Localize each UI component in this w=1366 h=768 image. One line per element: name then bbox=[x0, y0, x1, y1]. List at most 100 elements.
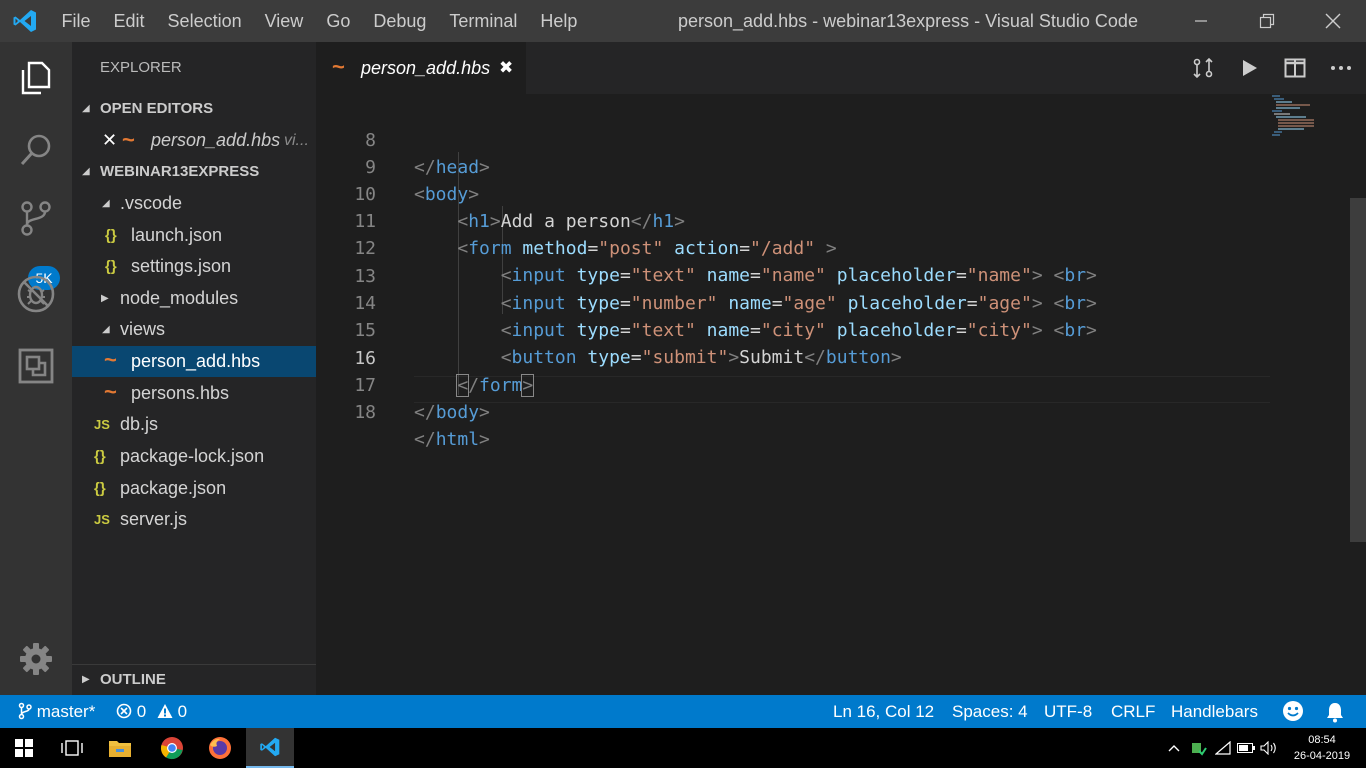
tree-item-person-add-hbs[interactable]: ~ person_add.hbs bbox=[72, 346, 316, 377]
code-line: 9 <body> bbox=[316, 127, 1276, 205]
tree-item-node-modules[interactable]: ▶ node_modules bbox=[72, 283, 316, 314]
tree-item-vscode-folder[interactable]: ◢ .vscode bbox=[72, 188, 316, 219]
more-actions-button[interactable] bbox=[1326, 54, 1356, 82]
tree-item-server-js[interactable]: JS server.js bbox=[72, 504, 316, 535]
open-editor-item[interactable]: ✕ ~ person_add.hbs vi... bbox=[72, 125, 316, 156]
tray-app-button[interactable] bbox=[1187, 728, 1211, 768]
problems-indicator[interactable]: 0 0 bbox=[116, 695, 187, 728]
search-icon bbox=[20, 134, 51, 166]
task-view-icon bbox=[61, 740, 83, 756]
line-content: </body> bbox=[414, 402, 490, 423]
tree-item-label: package-lock.json bbox=[120, 446, 265, 466]
feedback-button[interactable] bbox=[1282, 700, 1304, 722]
extensions-button[interactable] bbox=[0, 330, 72, 402]
wifi-icon bbox=[1215, 741, 1231, 755]
indentation-setting[interactable]: Spaces: 4 bbox=[952, 695, 1028, 728]
outline-label: OUTLINE bbox=[100, 671, 166, 688]
activity-bar: 5K bbox=[0, 42, 72, 695]
outline-header[interactable]: ▶ OUTLINE bbox=[72, 664, 316, 694]
task-view-button[interactable] bbox=[48, 728, 96, 768]
windows-start-icon bbox=[15, 739, 33, 757]
play-icon bbox=[1243, 60, 1257, 76]
tree-item-settings-json[interactable]: {} settings.json bbox=[72, 251, 316, 282]
minimap[interactable] bbox=[1270, 94, 1350, 154]
language-mode[interactable]: Handlebars bbox=[1171, 695, 1258, 728]
minimize-button[interactable] bbox=[1168, 0, 1234, 42]
close-window-button[interactable] bbox=[1300, 0, 1366, 42]
close-editor-icon[interactable]: ✕ bbox=[102, 125, 117, 156]
code-line: 10 <h1>Add a person</h1> bbox=[316, 154, 1276, 232]
more-icon bbox=[1331, 66, 1351, 70]
code-line-current: 16 </form> bbox=[316, 318, 1276, 397]
tree-item-launch-json[interactable]: {} launch.json bbox=[72, 220, 316, 251]
battery-button[interactable] bbox=[1235, 728, 1257, 768]
menu-debug[interactable]: Debug bbox=[362, 0, 438, 42]
restore-button[interactable] bbox=[1234, 0, 1300, 42]
vscode-taskbar-button[interactable] bbox=[246, 728, 294, 768]
split-editor-button[interactable] bbox=[1280, 54, 1310, 82]
split-editor-icon bbox=[1284, 58, 1306, 78]
search-button[interactable] bbox=[0, 114, 72, 186]
menu-bar: File Edit Selection View Go Debug Termin… bbox=[50, 0, 589, 42]
chevron-down-icon: ◢ bbox=[82, 166, 90, 177]
volume-button[interactable] bbox=[1258, 728, 1280, 768]
debug-button[interactable] bbox=[0, 258, 72, 330]
close-tab-icon[interactable]: ✖ bbox=[499, 42, 513, 94]
close-icon bbox=[1325, 13, 1341, 29]
firefox-taskbar-button[interactable] bbox=[196, 728, 244, 768]
javascript-file-icon: JS bbox=[94, 512, 110, 527]
tree-item-package-lock-json[interactable]: {} package-lock.json bbox=[72, 441, 316, 472]
vertical-scrollbar[interactable] bbox=[1350, 198, 1366, 542]
bell-icon bbox=[1327, 703, 1343, 723]
open-editors-header[interactable]: ◢ OPEN EDITORS bbox=[72, 94, 316, 124]
line-content: </html> bbox=[414, 429, 490, 450]
network-button[interactable] bbox=[1212, 728, 1234, 768]
cursor-position[interactable]: Ln 16, Col 12 bbox=[833, 695, 934, 728]
tree-item-label: launch.json bbox=[131, 225, 223, 245]
tab-label: person_add.hbs bbox=[361, 58, 491, 78]
show-hidden-icons-button[interactable] bbox=[1163, 728, 1185, 768]
speaker-icon bbox=[1260, 741, 1276, 755]
source-control-button[interactable] bbox=[0, 182, 72, 254]
notifications-button[interactable] bbox=[1325, 701, 1345, 723]
restore-icon bbox=[1259, 13, 1275, 29]
tab-person-add-hbs[interactable]: ~ person_add.hbs ✖ bbox=[316, 42, 526, 94]
debug-icon bbox=[17, 275, 55, 313]
tree-item-package-json[interactable]: {} package.json bbox=[72, 473, 316, 504]
chevron-right-icon: ▶ bbox=[101, 293, 109, 304]
menu-file[interactable]: File bbox=[50, 0, 102, 42]
git-branch-icon bbox=[18, 702, 32, 720]
menu-help[interactable]: Help bbox=[529, 0, 589, 42]
tree-item-db-js[interactable]: JS db.js bbox=[72, 409, 316, 440]
security-tray-icon bbox=[1192, 743, 1207, 756]
manage-settings-button[interactable] bbox=[0, 623, 72, 695]
window-title: person_add.hbs - webinar13express - Visu… bbox=[678, 11, 1138, 31]
handlebars-file-icon: ~ bbox=[122, 127, 135, 152]
explorer-button[interactable] bbox=[0, 42, 72, 114]
menu-view[interactable]: View bbox=[253, 0, 315, 42]
chevron-up-icon bbox=[1168, 745, 1180, 752]
menu-terminal[interactable]: Terminal bbox=[438, 0, 529, 42]
encoding-setting[interactable]: UTF-8 bbox=[1044, 695, 1092, 728]
line-ending-setting[interactable]: CRLF bbox=[1111, 695, 1155, 728]
menu-selection[interactable]: Selection bbox=[156, 0, 253, 42]
error-icon bbox=[116, 703, 132, 719]
branch-indicator[interactable]: master* bbox=[18, 695, 95, 728]
menu-edit[interactable]: Edit bbox=[102, 0, 156, 42]
open-changes-button[interactable] bbox=[1188, 54, 1218, 82]
open-editor-folder: vi... bbox=[284, 132, 309, 149]
tree-item-persons-hbs[interactable]: ~ persons.hbs bbox=[72, 378, 316, 409]
firefox-icon bbox=[209, 737, 231, 759]
code-line: 12 <input type="text" name="name" placeh… bbox=[316, 208, 1276, 286]
menu-go[interactable]: Go bbox=[315, 0, 362, 42]
tree-item-views-folder[interactable]: ◢ views bbox=[72, 314, 316, 345]
project-header[interactable]: ◢ WEBINAR13EXPRESS bbox=[72, 157, 316, 187]
json-file-icon: {} bbox=[94, 448, 106, 465]
start-button[interactable] bbox=[0, 728, 48, 768]
chrome-taskbar-button[interactable] bbox=[148, 728, 196, 768]
json-file-icon: {} bbox=[94, 480, 106, 497]
file-explorer-taskbar-button[interactable] bbox=[96, 728, 144, 768]
run-button[interactable] bbox=[1234, 54, 1264, 82]
system-clock[interactable]: 08:54 26-04-2019 bbox=[1286, 732, 1358, 764]
settings-gear-icon bbox=[20, 643, 52, 675]
